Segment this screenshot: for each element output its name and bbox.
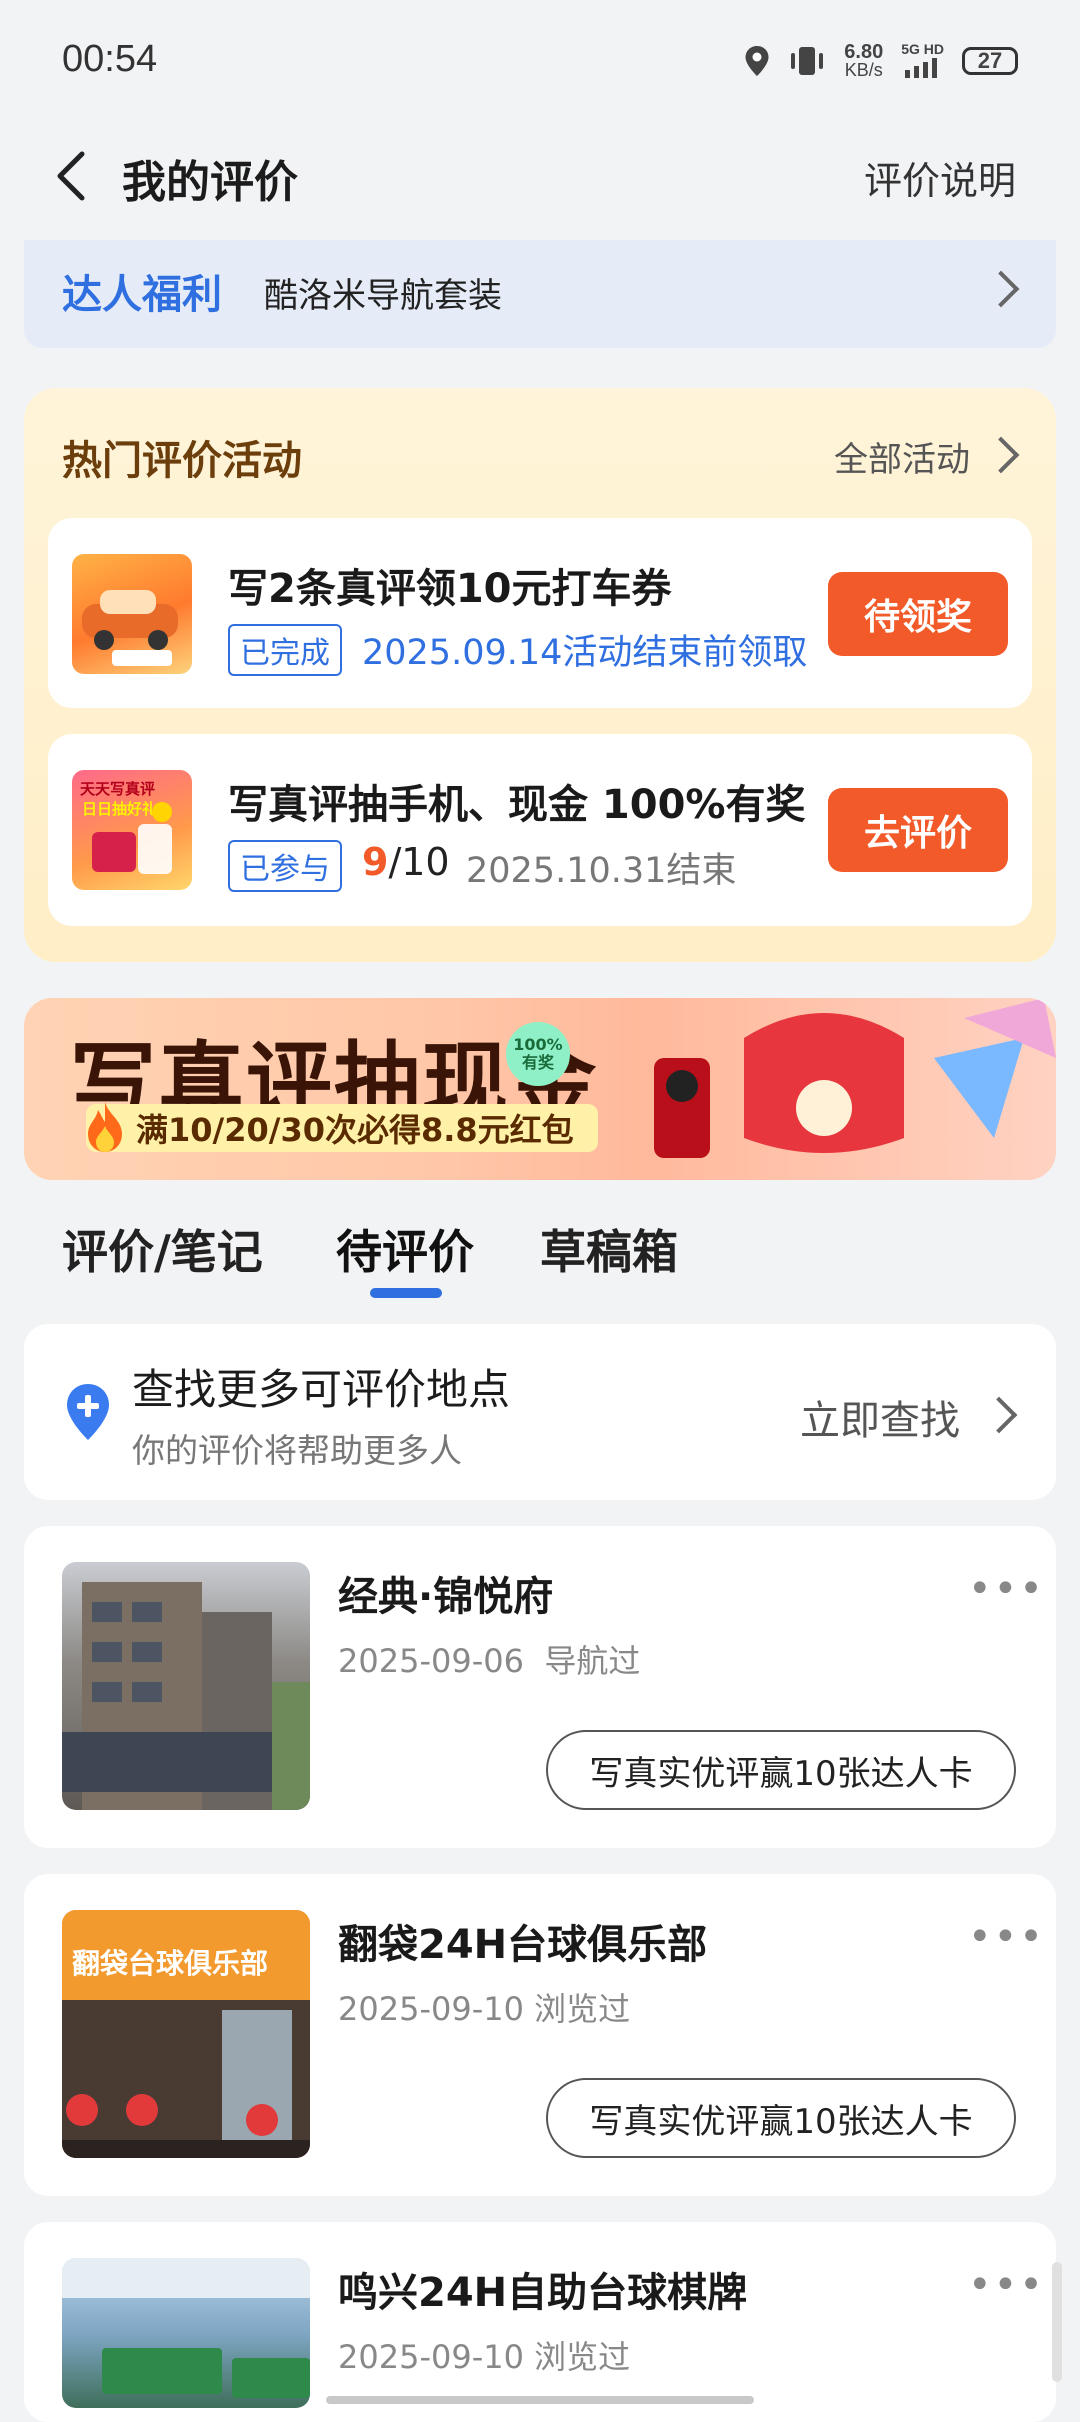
more-options-icon[interactable]: •••	[968, 1566, 1045, 1612]
tab-reviews-notes[interactable]: 评价/笔记	[62, 1216, 263, 1282]
activity-deadline: 2025.10.31结束	[466, 851, 737, 891]
activity-title: 写2条真评领10元打车券	[228, 566, 672, 612]
place-visit-info: 2025-09-10 浏览过	[338, 1990, 631, 2028]
all-activities-link[interactable]: 全部活动	[834, 432, 970, 481]
more-options-icon[interactable]: •••	[968, 2262, 1045, 2308]
location-plus-icon	[67, 1384, 109, 1440]
place-photo: 翻袋台球俱乐部	[62, 1910, 310, 2158]
write-review-button[interactable]: 写真实优评赢10张达人卡	[546, 1730, 1016, 1810]
place-photo	[62, 1562, 310, 1810]
status-badge: 已参与	[228, 840, 342, 892]
tab-pending[interactable]: 待评价	[336, 1216, 474, 1282]
battery-icon: 27	[962, 46, 1018, 75]
daren-title: 达人福利	[62, 272, 222, 318]
find-now-link[interactable]: 立即查找	[800, 1388, 960, 1446]
vibrate-icon	[791, 46, 824, 75]
place-name: 鸣兴24H自助台球棋牌	[338, 2270, 748, 2316]
tab-indicator	[370, 1288, 442, 1298]
find-title: 查找更多可评价地点	[132, 1365, 511, 1414]
more-options-icon[interactable]: •••	[968, 1914, 1045, 1960]
daren-subtitle: 酷洛米导航套装	[264, 276, 502, 316]
activity-deadline: 2025.09.14活动结束前领取	[362, 633, 808, 673]
place-name: 翻袋24H台球俱乐部	[338, 1922, 708, 1968]
go-review-button[interactable]: 去评价	[828, 788, 1008, 872]
lottery-thumbnail: 天天写真评 日日抽好礼	[72, 770, 192, 890]
home-indicator[interactable]	[326, 2396, 754, 2404]
tab-drafts[interactable]: 草稿箱	[540, 1216, 678, 1282]
place-visit-info: 2025-09-10 浏览过	[338, 2338, 631, 2376]
banner-badge: 100%有奖	[506, 1022, 570, 1086]
signal: 5G HD	[901, 40, 944, 81]
status-time: 00:54	[62, 38, 158, 80]
banner-subtitle: 满10/20/30次必得8.8元红包	[86, 1104, 598, 1152]
status-icons: 6.80 KB/s 5G HD 27	[744, 40, 1018, 81]
signal-icon	[904, 58, 937, 78]
status-badge: 已完成	[228, 624, 342, 676]
write-review-button[interactable]: 写真实优评赢10张达人卡	[546, 2078, 1016, 2158]
find-subtitle: 你的评价将帮助更多人	[132, 1431, 462, 1470]
claim-reward-button[interactable]: 待领奖	[828, 572, 1008, 656]
location-icon	[745, 45, 769, 76]
activities-title: 热门评价活动	[62, 438, 302, 484]
place-visit-info: 2025-09-06 导航过	[338, 1642, 641, 1680]
place-photo	[62, 2258, 310, 2408]
place-name: 经典·锦悦府	[338, 1574, 554, 1620]
activity-title: 写真评抽手机、现金 100%有奖	[228, 782, 806, 828]
review-explain-link[interactable]: 评价说明	[864, 150, 1016, 205]
fire-icon	[88, 1102, 122, 1152]
scrollbar[interactable]	[1052, 2262, 1062, 2382]
taxi-coupon-thumbnail	[72, 554, 192, 674]
page-title: 我的评价	[122, 157, 298, 208]
net-speed: 6.80 KB/s	[844, 40, 884, 80]
activity-progress: 9/10	[362, 840, 450, 884]
back-arrow-icon[interactable]	[44, 146, 104, 206]
